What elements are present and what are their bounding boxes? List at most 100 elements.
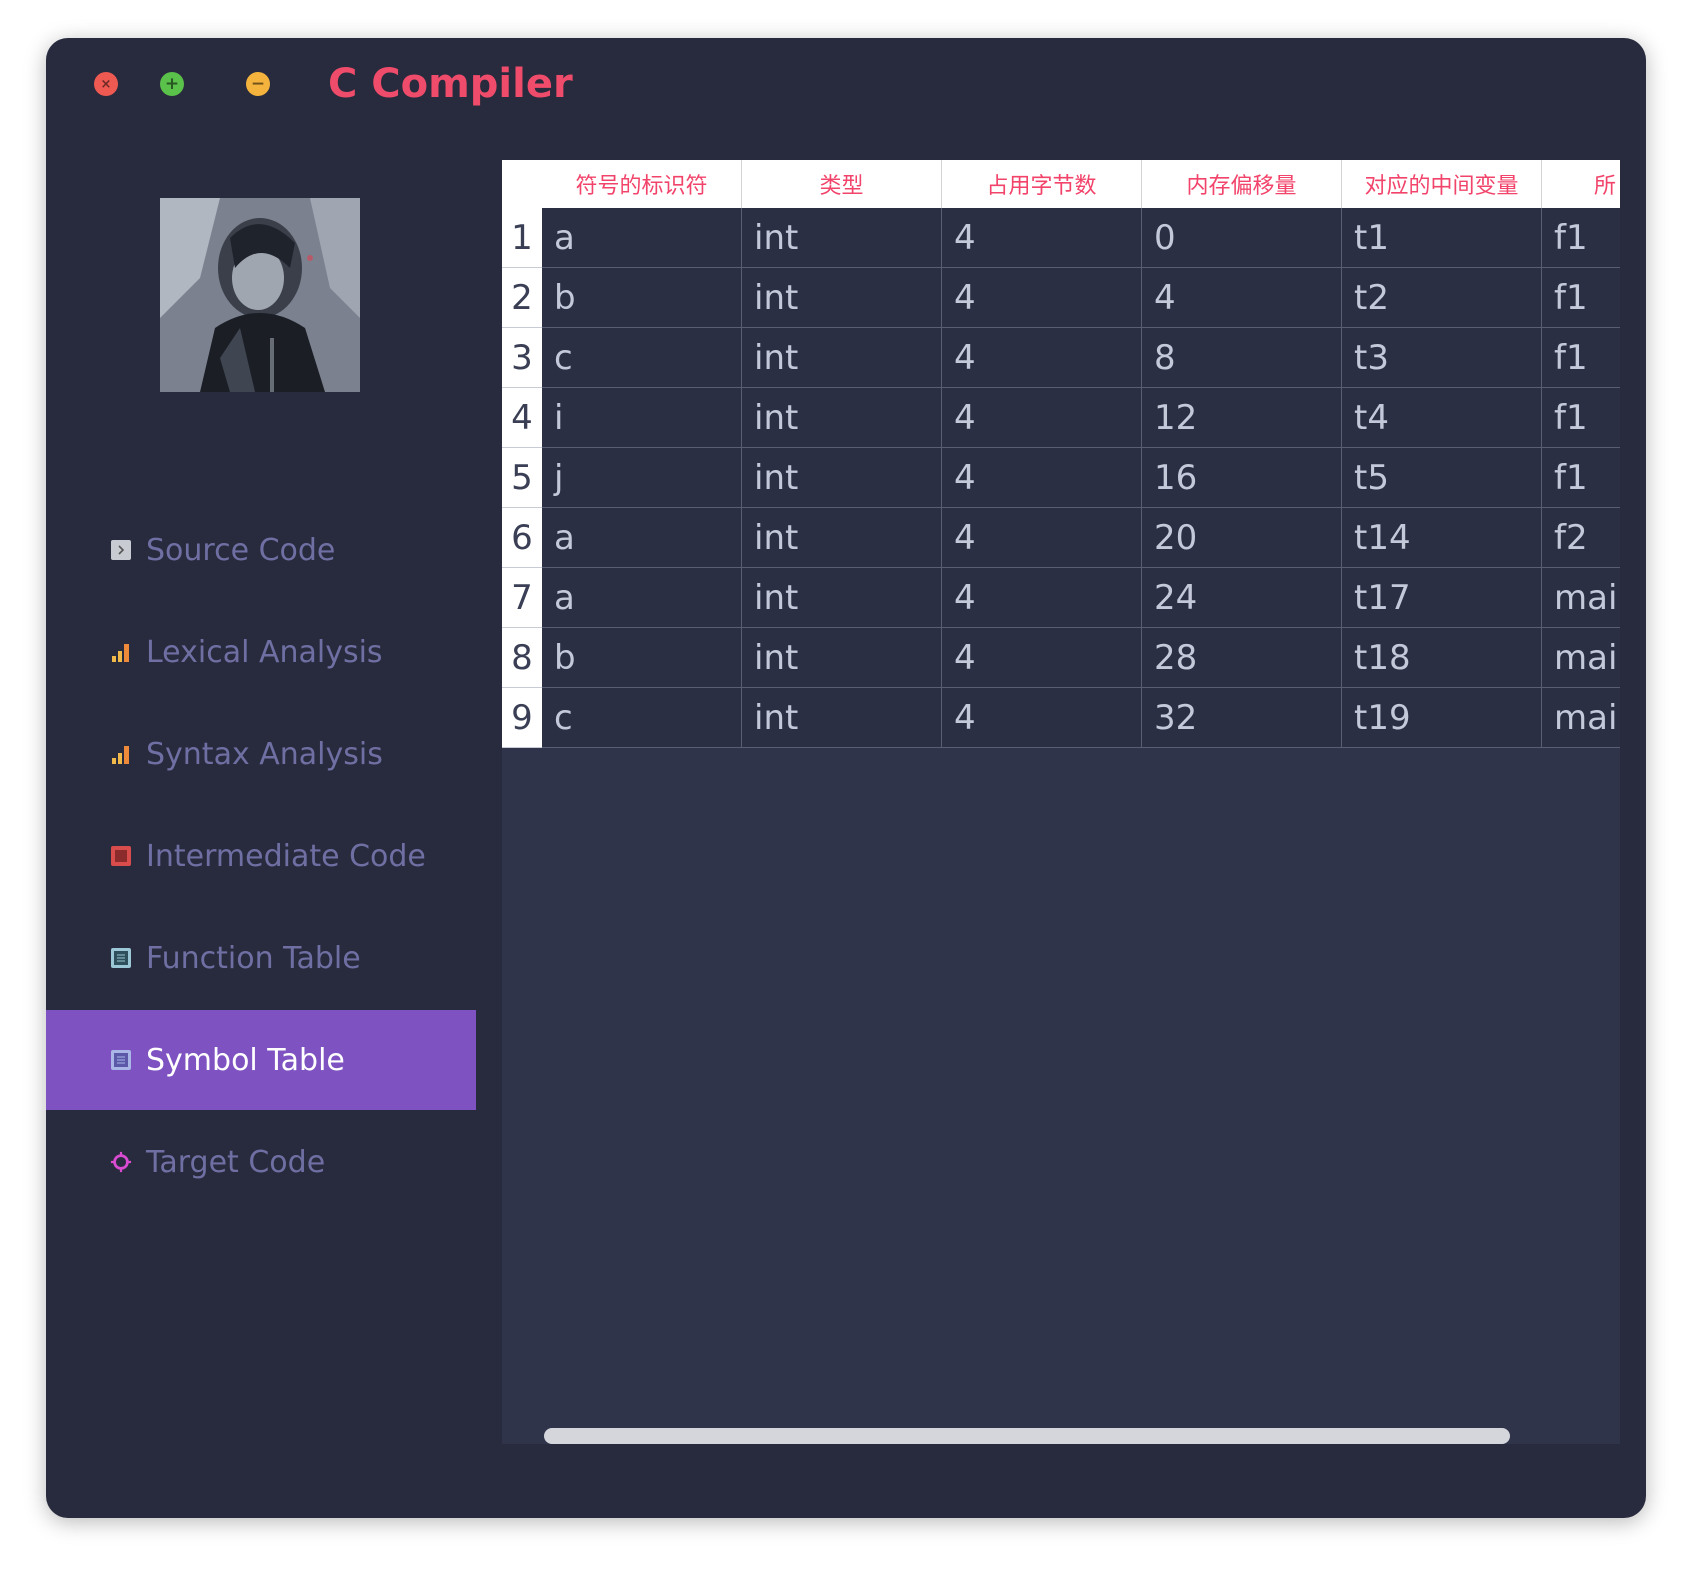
- sidebar-item-label: Function Table: [146, 940, 361, 976]
- row-number: 4: [502, 388, 542, 448]
- table-row[interactable]: 9cint432t19main: [502, 688, 1620, 748]
- cell-size[interactable]: 4: [942, 388, 1142, 448]
- cell-offset[interactable]: 16: [1142, 448, 1342, 508]
- cell-size[interactable]: 4: [942, 628, 1142, 688]
- sidebar-item-intermediate-code[interactable]: Intermediate Code: [46, 806, 476, 906]
- row-number: 5: [502, 448, 542, 508]
- sidebar-item-source-code[interactable]: Source Code: [46, 500, 476, 600]
- cell-offset[interactable]: 8: [1142, 328, 1342, 388]
- plus-icon: +: [164, 73, 180, 94]
- cell-temp-var[interactable]: t2: [1342, 268, 1542, 328]
- table-row[interactable]: 2 b int 4 4 t2 f1: [502, 268, 1620, 328]
- sidebar-item-symbol-table[interactable]: Symbol Table: [46, 1010, 476, 1110]
- cell-type[interactable]: int: [742, 268, 942, 328]
- table-row[interactable]: 4 i int 4 12 t4 f1: [502, 388, 1620, 448]
- cell-identifier[interactable]: b: [542, 268, 742, 328]
- cell-temp-var[interactable]: t14: [1342, 508, 1542, 568]
- cell-temp-var[interactable]: t5: [1342, 448, 1542, 508]
- cell-type[interactable]: int: [742, 628, 942, 688]
- row-number: 3: [502, 328, 542, 388]
- cell-scope[interactable]: f1: [1542, 208, 1620, 268]
- cell-temp-var[interactable]: t19: [1342, 688, 1542, 748]
- column-header-identifier[interactable]: 符号的标识符: [542, 160, 742, 208]
- cell-size[interactable]: 4: [942, 208, 1142, 268]
- table-row[interactable]: 6 a int 4 20 t14 f2: [502, 508, 1620, 568]
- cell-identifier[interactable]: j: [542, 448, 742, 508]
- column-header-type[interactable]: 类型: [742, 160, 942, 208]
- table-row[interactable]: 1 a int 4 0 t1 f1: [502, 208, 1620, 268]
- table-row[interactable]: 3 c int 4 8 t3 f1: [502, 328, 1620, 388]
- cell-size[interactable]: 4: [942, 448, 1142, 508]
- cell-type[interactable]: int: [742, 568, 942, 628]
- table-row[interactable]: 8bint428t18main: [502, 628, 1620, 688]
- cell-scope[interactable]: f1: [1542, 328, 1620, 388]
- cell-offset[interactable]: 12: [1142, 388, 1342, 448]
- bar-chart-icon: [110, 743, 132, 765]
- sidebar-item-target-code[interactable]: Target Code: [46, 1112, 476, 1212]
- cell-identifier[interactable]: c: [542, 328, 742, 388]
- row-number: 2: [502, 268, 542, 328]
- column-header-temp-var[interactable]: 对应的中间变量: [1342, 160, 1542, 208]
- cell-identifier[interactable]: c: [542, 688, 742, 748]
- sidebar-item-label: Symbol Table: [146, 1042, 345, 1078]
- cell-scope[interactable]: main: [1542, 688, 1620, 748]
- cell-temp-var[interactable]: t18: [1342, 628, 1542, 688]
- avatar: [160, 198, 360, 392]
- column-header-size[interactable]: 占用字节数: [942, 160, 1142, 208]
- cell-size[interactable]: 4: [942, 508, 1142, 568]
- cell-identifier[interactable]: i: [542, 388, 742, 448]
- cell-scope[interactable]: main: [1542, 628, 1620, 688]
- square-icon: [110, 845, 132, 867]
- cell-size[interactable]: 4: [942, 568, 1142, 628]
- sidebar-item-label: Intermediate Code: [146, 838, 426, 874]
- table-icon: [110, 1049, 132, 1071]
- cell-size[interactable]: 4: [942, 268, 1142, 328]
- horizontal-scrollbar[interactable]: [544, 1428, 1510, 1444]
- cell-type[interactable]: int: [742, 328, 942, 388]
- cell-type[interactable]: int: [742, 388, 942, 448]
- row-number: 8: [502, 628, 542, 688]
- minimize-window-button[interactable]: −: [246, 72, 270, 96]
- close-window-button[interactable]: ×: [94, 72, 118, 96]
- cell-scope[interactable]: f2: [1542, 508, 1620, 568]
- cell-scope[interactable]: f1: [1542, 388, 1620, 448]
- cell-temp-var[interactable]: t1: [1342, 208, 1542, 268]
- cell-size[interactable]: 4: [942, 328, 1142, 388]
- cell-type[interactable]: int: [742, 208, 942, 268]
- cell-temp-var[interactable]: t3: [1342, 328, 1542, 388]
- cell-type[interactable]: int: [742, 508, 942, 568]
- cell-scope[interactable]: f1: [1542, 268, 1620, 328]
- cell-type[interactable]: int: [742, 448, 942, 508]
- symbol-table-panel: 符号的标识符 类型 占用字节数 内存偏移量 对应的中间变量 所 1 a int 4 0 t…: [502, 160, 1620, 1444]
- cell-identifier[interactable]: b: [542, 628, 742, 688]
- bar-chart-icon: [110, 641, 132, 663]
- cell-offset[interactable]: 20: [1142, 508, 1342, 568]
- row-number: 6: [502, 508, 542, 568]
- cell-type[interactable]: int: [742, 688, 942, 748]
- cell-scope[interactable]: f1: [1542, 448, 1620, 508]
- cell-size[interactable]: 4: [942, 688, 1142, 748]
- cell-scope[interactable]: main: [1542, 568, 1620, 628]
- column-header-scope[interactable]: 所: [1542, 160, 1620, 208]
- cell-offset[interactable]: 32: [1142, 688, 1342, 748]
- cell-temp-var[interactable]: t17: [1342, 568, 1542, 628]
- cell-offset[interactable]: 4: [1142, 268, 1342, 328]
- cell-identifier[interactable]: a: [542, 508, 742, 568]
- cell-temp-var[interactable]: t4: [1342, 388, 1542, 448]
- source-code-icon: [110, 539, 132, 561]
- row-number: 9: [502, 688, 542, 748]
- table-row[interactable]: 7aint424t17main: [502, 568, 1620, 628]
- column-header-offset[interactable]: 内存偏移量: [1142, 160, 1342, 208]
- cell-offset[interactable]: 28: [1142, 628, 1342, 688]
- row-number: 7: [502, 568, 542, 628]
- cell-identifier[interactable]: a: [542, 208, 742, 268]
- add-window-button[interactable]: +: [160, 72, 184, 96]
- sidebar-item-syntax-analysis[interactable]: Syntax Analysis: [46, 704, 476, 804]
- target-icon: [110, 1151, 132, 1173]
- sidebar-item-function-table[interactable]: Function Table: [46, 908, 476, 1008]
- table-row[interactable]: 5 j int 4 16 t5 f1: [502, 448, 1620, 508]
- sidebar-item-lexical-analysis[interactable]: Lexical Analysis: [46, 602, 476, 702]
- cell-identifier[interactable]: a: [542, 568, 742, 628]
- cell-offset[interactable]: 0: [1142, 208, 1342, 268]
- cell-offset[interactable]: 24: [1142, 568, 1342, 628]
